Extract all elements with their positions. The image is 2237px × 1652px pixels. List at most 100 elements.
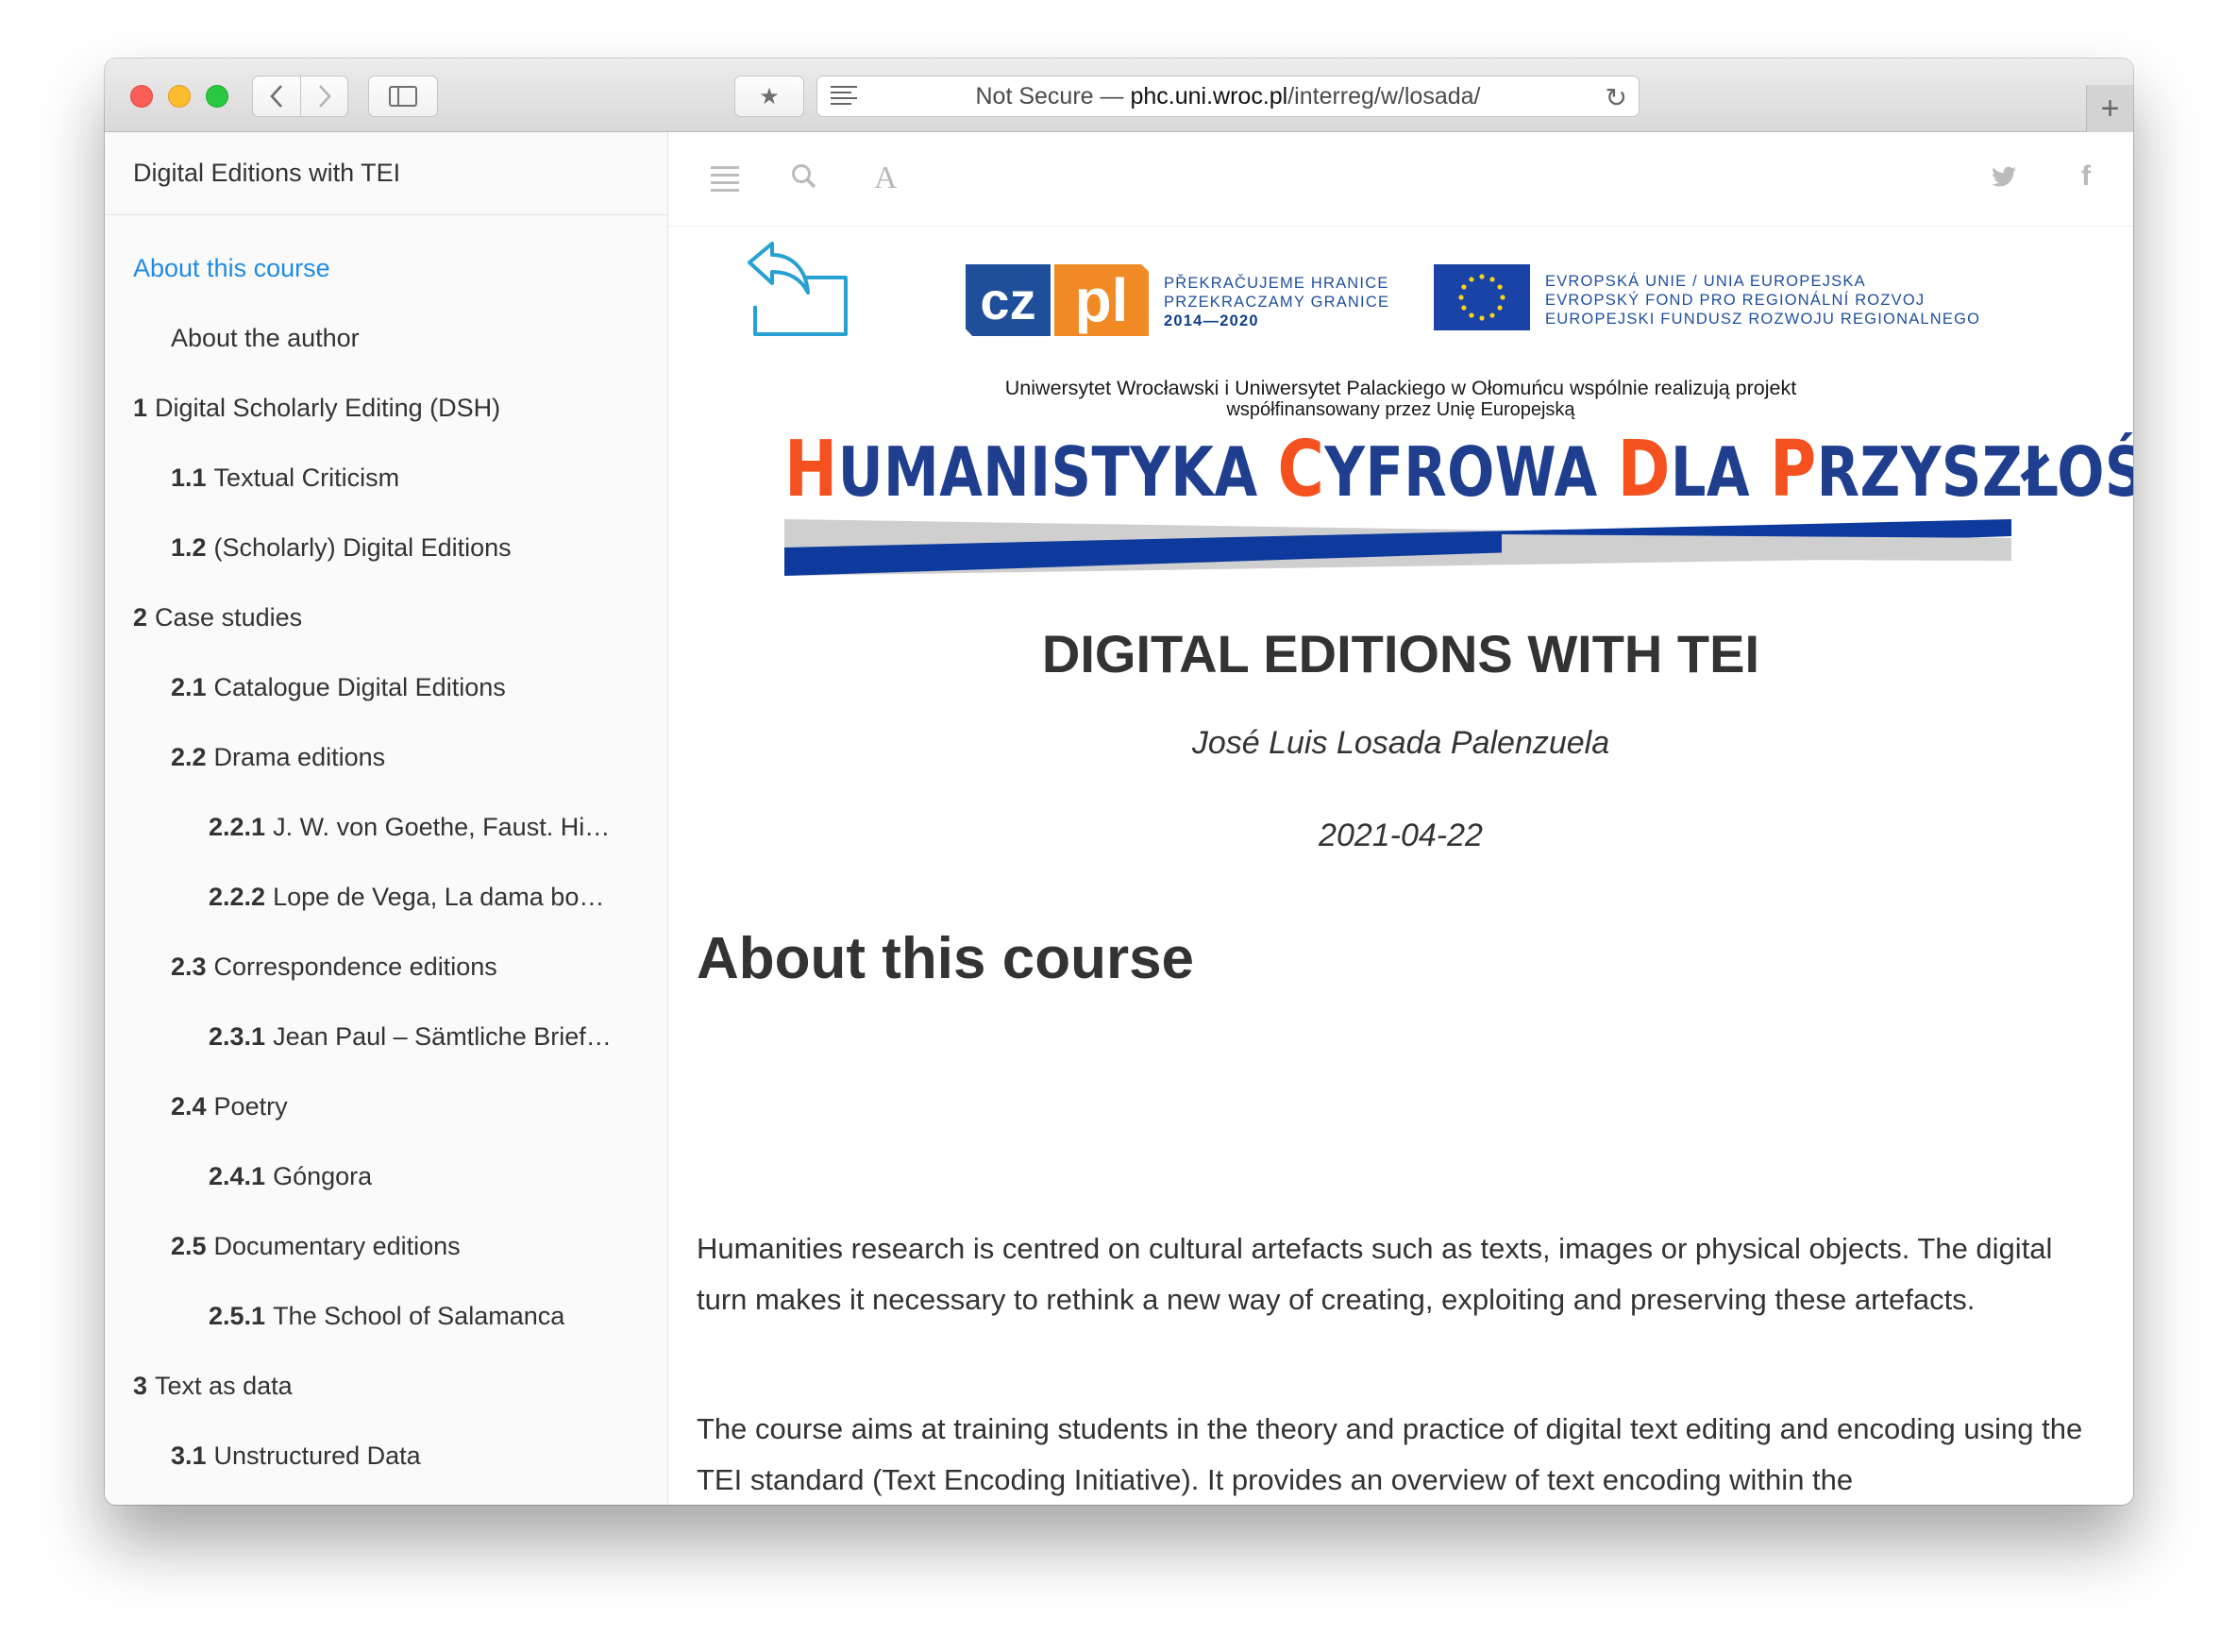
toc-item[interactable]: 2 Case studies — [105, 582, 667, 652]
toc-item-number: 2.1 — [171, 672, 207, 701]
toc-item-label: Poetry — [213, 1091, 288, 1121]
eu-line: EUROPEJSKI FUNDUSZ ROZWOJU REGIONALNEGO — [1545, 311, 1981, 328]
toc-item-number: 1.2 — [171, 532, 207, 562]
table-of-contents: About this course About the author 1 Digita… — [105, 215, 667, 1491]
book-toolbar: A f — [668, 132, 2133, 227]
url-host: phc.uni.wroc.pl — [1130, 82, 1288, 110]
toc-item-label: Digital Scholarly Editing (DSH) — [155, 393, 501, 422]
new-tab-button[interactable]: + — [2086, 85, 2133, 132]
url-security-label: Not Secure — — [975, 82, 1124, 110]
chevron-right-icon — [318, 85, 331, 108]
toc-item[interactable]: 1.2 (Scholarly) Digital Editions — [105, 513, 667, 582]
toc-item-number: 2.2 — [171, 742, 207, 771]
toc-item[interactable]: 2.2.2 Lope de Vega, La dama bo… — [105, 862, 667, 932]
toc-item-label: Unstructured Data — [213, 1441, 421, 1470]
toc-item-label: Text as data — [155, 1371, 293, 1400]
czpl-line: PŘEKRAČUJEME HRANICE — [1164, 275, 1389, 292]
main-content: A f cz pl PŘEKRAČUJEME HRANICE PRZEKRACZA… — [668, 132, 2133, 1505]
body-paragraph: Humanities research is centred on cultur… — [697, 1232, 2053, 1316]
search-icon[interactable] — [791, 163, 817, 196]
eu-text: EVROPSKÁ UNIE / UNIA EUROPEJSKA EVROPSKÝ… — [1545, 264, 1980, 330]
czpl-line: PRZEKRACZAMY GRANICE — [1164, 294, 1390, 311]
toc-item-number: 2.2.2 — [209, 882, 266, 911]
zoom-window-button[interactable] — [206, 85, 228, 108]
toc-item-number: 2.2.1 — [209, 812, 266, 841]
toc-item-number: 2.3 — [171, 952, 207, 981]
close-window-button[interactable] — [130, 85, 153, 108]
twitter-icon[interactable] — [1992, 164, 2017, 194]
facebook-icon[interactable]: f — [2081, 160, 2091, 193]
toc-item[interactable]: 2.5.1 The School of Salamanca — [105, 1281, 667, 1351]
toc-item-number: 2.4 — [171, 1091, 207, 1121]
toc-item[interactable]: 2.5 Documentary editions — [105, 1211, 667, 1281]
toc-item[interactable]: 2.3 Correspondence editions — [105, 932, 667, 1002]
book-sidebar: Digital Editions with TEI About this cou… — [105, 132, 668, 1505]
toc-item-label: Góngora — [273, 1161, 373, 1190]
toc-item-number: 2.5 — [171, 1231, 207, 1260]
toc-item-label: Documentary editions — [213, 1231, 461, 1260]
project-description-line: współfinansowany przez Unię Europejską — [1226, 399, 1575, 420]
forward-button[interactable] — [300, 76, 347, 116]
sidebar-toggle-button[interactable] — [368, 76, 438, 117]
body-paragraph: The course aims at training students in … — [697, 1412, 2083, 1496]
eu-flag-icon — [1434, 264, 1530, 330]
eu-logo: EVROPSKÁ UNIE / UNIA EUROPEJSKA EVROPSKÝ… — [1434, 264, 1980, 330]
toc-item[interactable]: 2.4.1 Góngora — [105, 1141, 667, 1211]
sidebar-icon — [389, 86, 417, 107]
toc-item-label: Drama editions — [213, 742, 386, 771]
czpl-text: PŘEKRAČUJEME HRANICE PRZEKRACZAMY GRANIC… — [1164, 264, 1389, 336]
toc-item-label: Jean Paul – Sämtliche Brief… — [273, 1021, 612, 1051]
menu-icon[interactable] — [711, 166, 739, 196]
address-bar[interactable]: Not Secure — phc.uni.wroc.pl/interreg/w/… — [816, 76, 1640, 117]
bookmarks-button[interactable]: ★ — [734, 76, 804, 117]
toc-item-label: J. W. von Goethe, Faust. Hi… — [273, 812, 611, 841]
toc-item[interactable]: 2.1 Catalogue Digital Editions — [105, 652, 667, 722]
browser-window: ★ Not Secure — phc.uni.wroc.pl/interreg/… — [105, 59, 2133, 1505]
font-settings-icon[interactable]: A — [874, 160, 898, 196]
toc-item[interactable]: 2.2 Drama editions — [105, 722, 667, 792]
toc-item[interactable]: 2.2.1 J. W. von Goethe, Faust. Hi… — [105, 792, 667, 862]
toc-item[interactable]: 2.3.1 Jean Paul – Sämtliche Brief… — [105, 1002, 667, 1071]
toc-item[interactable]: 1 Digital Scholarly Editing (DSH) — [105, 373, 667, 443]
book-title[interactable]: Digital Editions with TEI — [105, 132, 667, 215]
toc-item-label: Catalogue Digital Editions — [213, 672, 506, 701]
toc-item-number: 2.4.1 — [209, 1161, 266, 1190]
document-date: 2021-04-22 — [1319, 818, 1483, 853]
toc-item-number: 2 — [133, 602, 148, 632]
toc-item[interactable]: 3.1 Unstructured Data — [105, 1421, 667, 1491]
section-heading: About this course — [697, 926, 1195, 991]
toc-item-number: 1.1 — [171, 463, 207, 492]
minimize-window-button[interactable] — [168, 85, 191, 108]
toc-item[interactable]: About this course — [105, 233, 667, 303]
reader-view-icon[interactable] — [831, 86, 857, 107]
chevron-left-icon — [270, 85, 282, 108]
toc-item-label: (Scholarly) Digital Editions — [213, 532, 512, 562]
czpl-years: 2014—2020 — [1164, 312, 1259, 329]
toc-item-number: 2.3.1 — [209, 1021, 266, 1051]
document-title: DIGITAL EDITIONS WITH TEI — [1041, 624, 1760, 683]
czpl-programme-logo: cz pl PŘEKRAČUJEME HRANICE PRZEKRACZAMY G… — [966, 264, 1389, 336]
toc-item[interactable]: 1.1 Textual Criticism — [105, 443, 667, 513]
back-button[interactable] — [253, 76, 300, 116]
toc-item-label: Textual Criticism — [213, 463, 400, 492]
back-to-home-icon[interactable] — [744, 240, 866, 349]
toc-item-number: 3 — [133, 1371, 148, 1400]
toc-item[interactable]: 2.4 Poetry — [105, 1071, 667, 1141]
toc-item-label: About this course — [133, 253, 330, 282]
project-title-logo: HUMANISTYKA CYFROWA DLA PRZYSZŁOŚCI — [784, 425, 2133, 514]
eu-line: EVROPSKÁ UNIE / UNIA EUROPEJSKA — [1545, 273, 1866, 290]
toc-item-number: 1 — [133, 393, 148, 422]
star-icon: ★ — [759, 83, 780, 110]
toc-item-label: Lope de Vega, La dama bo… — [273, 882, 605, 911]
toc-item-label: The School of Salamanca — [273, 1301, 565, 1330]
toc-item-number: 2.5.1 — [209, 1301, 266, 1330]
title-bar: ★ Not Secure — phc.uni.wroc.pl/interreg/… — [105, 59, 2133, 132]
czpl-logo: cz pl — [966, 264, 1149, 336]
url-path: /interreg/w/losada/ — [1287, 82, 1481, 110]
project-banner: cz pl PŘEKRAČUJEME HRANICE PRZEKRACZAMY G… — [668, 227, 2133, 585]
toc-item[interactable]: About the author — [105, 303, 667, 373]
toc-item[interactable]: 3 Text as data — [105, 1351, 667, 1421]
document-author: José Luis Losada Palenzuela — [1191, 725, 1610, 761]
eu-line: EVROPSKÝ FOND PRO REGIONÁLNÍ ROZVOJ — [1545, 292, 1926, 309]
reload-icon[interactable]: ↻ — [1606, 82, 1627, 113]
